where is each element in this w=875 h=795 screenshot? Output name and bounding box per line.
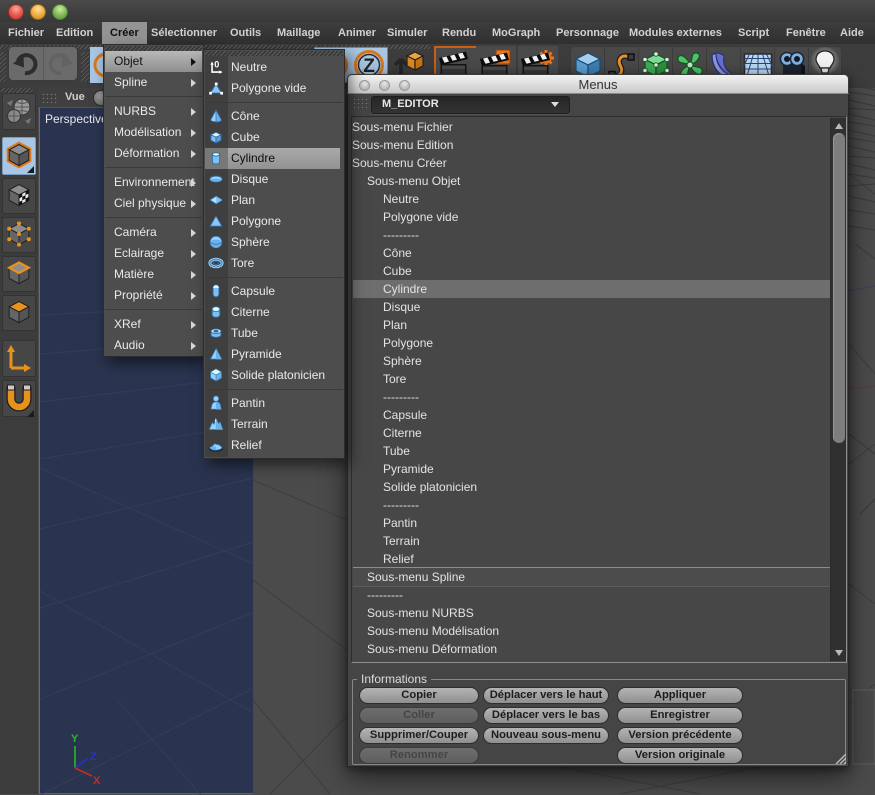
svg-text:Y: Y [71, 733, 79, 745]
svg-text:Z: Z [90, 751, 97, 763]
svg-text:X: X [93, 775, 101, 787]
